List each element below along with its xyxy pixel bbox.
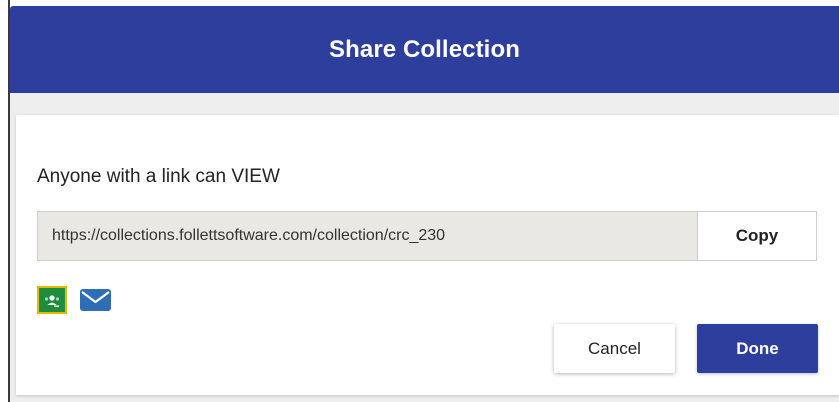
done-button[interactable]: Done [697,324,818,373]
dialog-title: Share Collection [329,35,520,63]
cancel-button[interactable]: Cancel [554,324,675,373]
share-collection-dialog: Share Collection Anyone with a link can … [0,0,839,402]
copy-button[interactable]: Copy [698,212,816,260]
share-link-row: https://collections.follettsoftware.com/… [37,211,817,261]
classroom-people-glyph [42,291,62,309]
share-link-field[interactable]: https://collections.follettsoftware.com/… [38,212,698,260]
envelope-glyph [80,289,111,311]
google-classroom-icon[interactable] [37,286,67,314]
email-icon[interactable] [79,287,112,313]
permission-text: Anyone with a link can VIEW [37,166,280,187]
dialog-header: Share Collection [10,6,839,93]
